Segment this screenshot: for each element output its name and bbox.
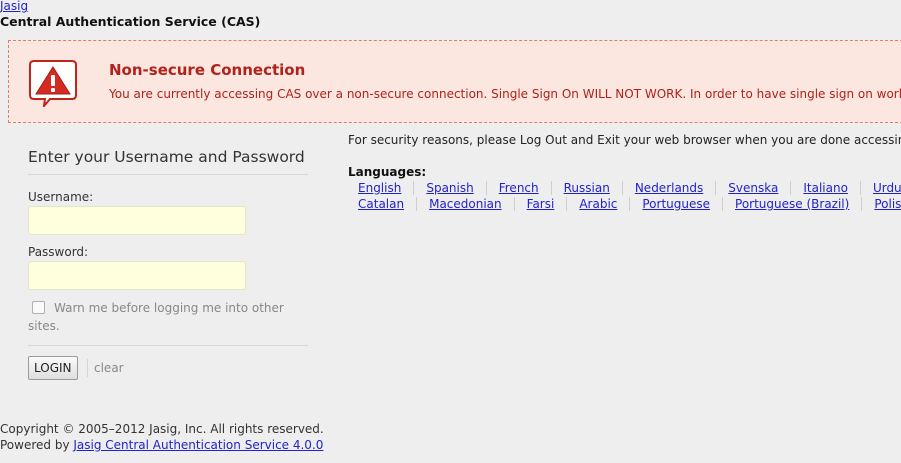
username-input[interactable]	[28, 206, 246, 235]
button-divider	[87, 359, 88, 377]
language-link-russian[interactable]: Russian	[564, 181, 623, 195]
language-link-portuguese[interactable]: Portuguese	[642, 197, 724, 211]
language-link-french[interactable]: French	[499, 181, 552, 195]
powered-by-prefix: Powered by	[0, 438, 74, 452]
username-label: Username:	[28, 190, 94, 204]
non-secure-warning-banner: Non-secure Connection You are currently …	[8, 40, 901, 123]
clear-button[interactable]: clear	[94, 361, 124, 375]
app-title: Central Authentication Service (CAS)	[0, 14, 261, 29]
copyright: Copyright © 2005–2012 Jasig, Inc. All ri…	[0, 422, 324, 436]
language-link-catalan[interactable]: Catalan	[358, 197, 418, 211]
language-link-macedonian[interactable]: Macedonian	[429, 197, 515, 211]
warn-checkbox[interactable]	[32, 301, 45, 314]
password-input[interactable]	[28, 261, 246, 290]
warning-icon	[29, 60, 77, 107]
language-link-svenska[interactable]: Svenska	[728, 181, 792, 195]
language-link-farsi[interactable]: Farsi	[527, 197, 568, 211]
language-link-polish[interactable]: Polish	[874, 197, 901, 211]
sidebar: For security reasons, please Log Out and…	[348, 133, 901, 211]
language-link-english[interactable]: English	[358, 181, 415, 195]
warn-row: Warn me before logging me into other sit…	[28, 299, 308, 335]
language-link-portuguese-brazil[interactable]: Portuguese (Brazil)	[735, 197, 863, 211]
jasig-link[interactable]: Jasig	[0, 0, 28, 13]
language-link-spanish[interactable]: Spanish	[426, 181, 487, 195]
language-link-nederlands[interactable]: Nederlands	[635, 181, 717, 195]
powered-by: Powered by Jasig Central Authentication …	[0, 437, 324, 453]
password-label: Password:	[28, 245, 89, 259]
language-link-urdu[interactable]: Urdu	[873, 181, 901, 195]
security-notice: For security reasons, please Log Out and…	[348, 133, 901, 147]
languages-label: Languages:	[348, 165, 427, 179]
cas-version-link[interactable]: Jasig Central Authentication Service 4.0…	[73, 438, 323, 452]
warning-heading: Non-secure Connection	[109, 61, 306, 79]
login-divider	[28, 345, 308, 346]
warn-label: Warn me before logging me into other sit…	[28, 301, 284, 333]
language-list-row-2: Catalan Macedonian Farsi Arabic Portuguese Po…	[358, 197, 901, 211]
warning-text: You are currently accessing CAS over a n…	[109, 87, 901, 101]
language-link-arabic[interactable]: Arabic	[579, 197, 631, 211]
login-heading: Enter your Username and Password	[28, 148, 308, 175]
footer: Copyright © 2005–2012 Jasig, Inc. All ri…	[0, 421, 324, 453]
login-button[interactable]: LOGIN	[28, 356, 78, 380]
login-form: Enter your Username and Password Usernam…	[28, 148, 308, 380]
language-list-row-1: English Spanish French Russian Nederlands Sve…	[358, 181, 901, 195]
language-link-italiano[interactable]: Italiano	[803, 181, 861, 195]
